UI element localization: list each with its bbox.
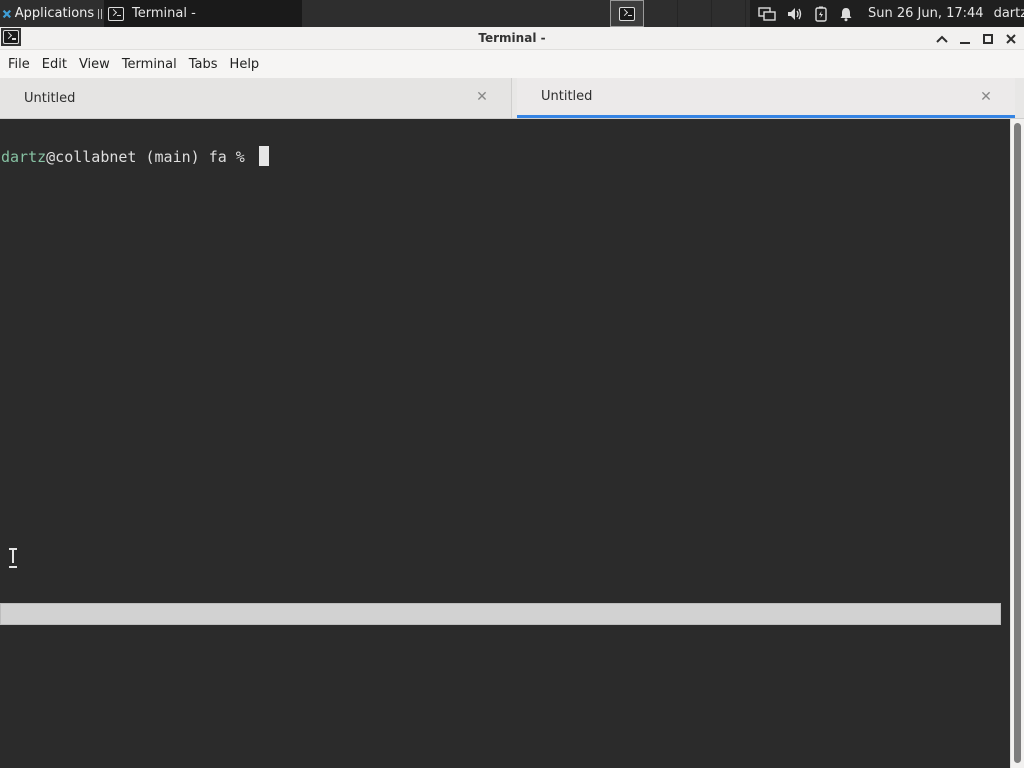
volume-icon[interactable] xyxy=(786,6,804,22)
vertical-scrollbar[interactable] xyxy=(1010,119,1024,768)
scrollbar-thumb[interactable] xyxy=(1014,123,1021,763)
mouse-ibeam-cursor-icon xyxy=(9,548,17,568)
prompt-host-path: @collabnet (main) fa % xyxy=(46,148,254,166)
tab-label: Untitled xyxy=(541,89,593,104)
menu-bar: File Edit View Terminal Tabs Help xyxy=(0,50,1024,78)
applications-label: Applications xyxy=(14,6,95,21)
battery-icon[interactable] xyxy=(814,6,828,22)
menu-file[interactable]: File xyxy=(4,50,38,78)
menu-view[interactable]: View xyxy=(75,50,118,78)
taskbar-terminal-window[interactable]: Terminal - xyxy=(104,0,302,27)
workspace-4[interactable] xyxy=(712,0,746,27)
workspace-2[interactable] xyxy=(644,0,678,27)
taskbar-window-label: Terminal - xyxy=(132,6,196,21)
close-icon[interactable]: ✕ xyxy=(979,89,993,105)
window-titlebar[interactable]: Terminal - xyxy=(0,27,1024,50)
menu-separator xyxy=(98,8,102,19)
system-tray: Sun 26 Jun, 17:44 dartz xyxy=(750,0,1024,27)
window-title: Terminal - xyxy=(478,31,546,45)
top-panel: Applications Terminal - Sun 26 Jun, 17:4… xyxy=(0,0,1024,27)
menu-tabs[interactable]: Tabs xyxy=(185,50,226,78)
tab-bar: Untitled ✕ Untitled ✕ xyxy=(0,78,1024,119)
user-menu[interactable]: dartz xyxy=(994,6,1024,21)
terminal-icon xyxy=(619,6,635,21)
menu-help[interactable]: Help xyxy=(226,50,268,78)
workspace-3[interactable] xyxy=(678,0,712,27)
minimize-button[interactable] xyxy=(957,31,972,46)
network-icon[interactable] xyxy=(758,6,776,22)
menu-terminal[interactable]: Terminal xyxy=(118,50,185,78)
terminal-input-bar[interactable] xyxy=(0,603,1001,625)
close-icon[interactable]: ✕ xyxy=(475,89,489,105)
close-button[interactable] xyxy=(1003,31,1018,46)
tab-untitled-1[interactable]: Untitled ✕ xyxy=(0,78,512,118)
text-cursor xyxy=(258,146,269,166)
applications-menu-button[interactable]: Applications xyxy=(0,0,104,27)
tab-untitled-2[interactable]: Untitled ✕ xyxy=(517,78,1015,118)
shade-button[interactable] xyxy=(934,31,949,46)
menu-edit[interactable]: Edit xyxy=(38,50,75,78)
window-controls xyxy=(934,27,1024,50)
workspace-1[interactable] xyxy=(610,0,644,27)
terminal-view[interactable]: dartz@collabnet (main) fa % xyxy=(0,119,1010,768)
terminal-icon xyxy=(3,30,19,44)
tab-label: Untitled xyxy=(24,90,76,106)
workspace-switcher xyxy=(610,0,746,27)
terminal-prompt: dartz@collabnet (main) fa % xyxy=(1,146,269,166)
window-menu-button[interactable] xyxy=(1,28,21,46)
clock[interactable]: Sun 26 Jun, 17:44 xyxy=(868,6,984,21)
bell-icon[interactable] xyxy=(838,6,854,22)
prompt-user: dartz xyxy=(1,148,47,166)
terminal-icon xyxy=(108,6,124,21)
maximize-button[interactable] xyxy=(980,31,995,46)
applications-logo-icon xyxy=(2,9,12,18)
